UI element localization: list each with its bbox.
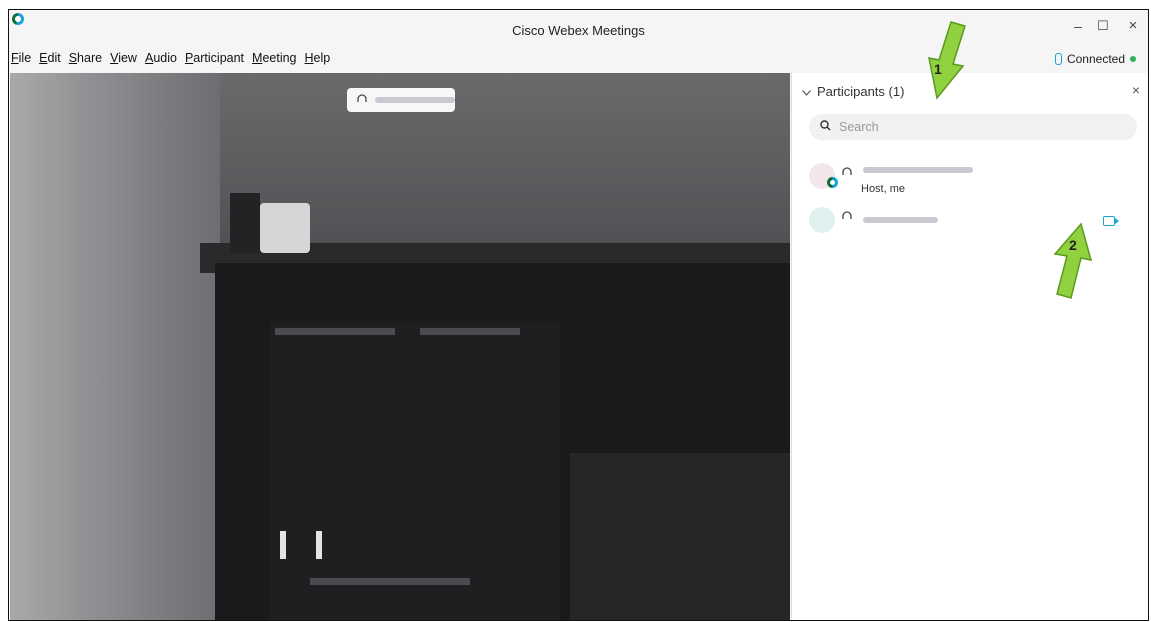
close-window-button[interactable]: ×	[1122, 16, 1144, 36]
participant-role: Host, me	[861, 183, 906, 195]
menu-edit[interactable]: Edit	[39, 51, 61, 69]
participant-search[interactable]: Search	[809, 114, 1137, 140]
close-panel-button[interactable]: ×	[1132, 82, 1140, 98]
chevron-down-icon	[802, 84, 811, 99]
menu-participant[interactable]: Participant	[185, 51, 244, 69]
video-detail	[420, 328, 520, 335]
menu-bar: File Edit Share View Audio Participant M…	[11, 51, 338, 69]
minimize-button[interactable]: –	[1067, 16, 1089, 36]
menu-meeting[interactable]: Meeting	[252, 51, 296, 69]
speaker-name-redacted	[375, 97, 455, 103]
video-detail	[260, 203, 310, 253]
menu-share[interactable]: Share	[69, 51, 102, 69]
menu-help[interactable]: Help	[305, 51, 331, 69]
connected-dot-icon	[1130, 56, 1136, 62]
menu-view[interactable]: View	[110, 51, 137, 69]
menu-file[interactable]: File	[11, 51, 31, 69]
search-icon	[820, 120, 831, 134]
annotation-arrow-2	[1053, 222, 1093, 299]
video-detail	[230, 193, 260, 253]
video-camera-icon[interactable]	[1103, 216, 1119, 226]
participant-name-redacted	[863, 167, 973, 173]
headset-icon	[357, 91, 367, 109]
maximize-button[interactable]: ☐	[1092, 16, 1114, 36]
annotation-label-2: 2	[1069, 237, 1077, 253]
video-detail	[280, 531, 286, 559]
annotation-label-1: 1	[934, 61, 942, 77]
video-detail	[570, 453, 790, 620]
webex-window: Cisco Webex Meetings – ☐ × File Edit Sha…	[8, 9, 1149, 621]
window-title: Cisco Webex Meetings	[512, 23, 645, 38]
video-detail	[270, 323, 560, 620]
search-input[interactable]: Search	[839, 120, 879, 134]
connection-status[interactable]: Connected	[1054, 52, 1136, 66]
avatar	[809, 207, 835, 233]
main-video-stage[interactable]	[10, 73, 790, 620]
participants-panel: Participants (1) × Search Host, me	[791, 73, 1148, 620]
video-detail	[275, 328, 395, 335]
active-speaker-label	[347, 88, 455, 112]
headset-icon	[842, 166, 852, 180]
video-background	[10, 73, 220, 620]
connection-label: Connected	[1066, 52, 1125, 66]
menu-audio[interactable]: Audio	[145, 51, 177, 69]
headset-icon	[842, 210, 852, 224]
participant-name-redacted	[863, 217, 938, 223]
participants-title: Participants (1)	[817, 84, 905, 99]
participants-header[interactable]: Participants (1)	[802, 84, 904, 99]
video-detail	[316, 531, 322, 559]
title-bar: Cisco Webex Meetings – ☐ ×	[9, 10, 1148, 48]
connection-icon	[1054, 53, 1062, 65]
participant-row-host[interactable]: Host, me	[809, 163, 1139, 195]
webex-status-icon	[827, 177, 838, 188]
video-detail	[310, 578, 470, 585]
annotation-arrow-1	[928, 21, 966, 100]
